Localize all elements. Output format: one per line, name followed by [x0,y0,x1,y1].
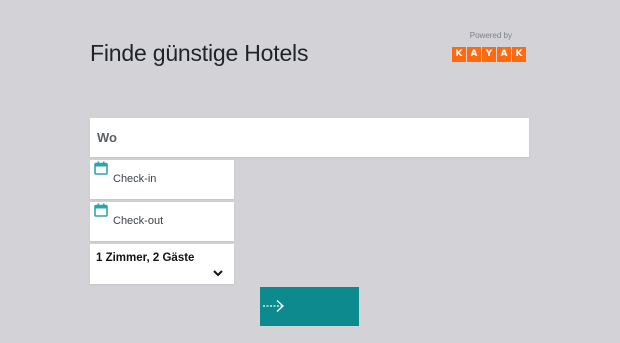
checkin-label: Check-in [113,173,157,185]
kayak-logo-letter: A [497,47,511,62]
guests-rooms-value: 1 Zimmer, 2 Gäste [96,252,195,264]
calendar-icon [94,203,108,217]
kayak-logo-letter: K [452,47,466,62]
destination-input[interactable] [90,118,517,157]
kayak-logo-letter: Y [482,47,496,62]
guests-rooms-select[interactable]: 1 Zimmer, 2 Gäste [90,244,234,284]
checkout-label: Check-out [113,215,164,227]
page-title: Finde günstige Hotels [90,40,309,66]
destination-field[interactable] [90,118,529,157]
search-submit-button[interactable] [260,287,359,326]
checkin-field[interactable]: Check-in [90,160,234,199]
powered-by-label: Powered by [469,31,512,40]
chevron-down-icon [213,270,223,277]
kayak-logo[interactable]: K A Y A K [452,47,526,62]
calendar-icon [94,161,108,175]
kayak-logo-letter: K [512,47,526,62]
kayak-logo-letter: A [467,47,481,62]
checkout-field[interactable]: Check-out [90,202,234,241]
arrow-right-icon [263,300,284,312]
